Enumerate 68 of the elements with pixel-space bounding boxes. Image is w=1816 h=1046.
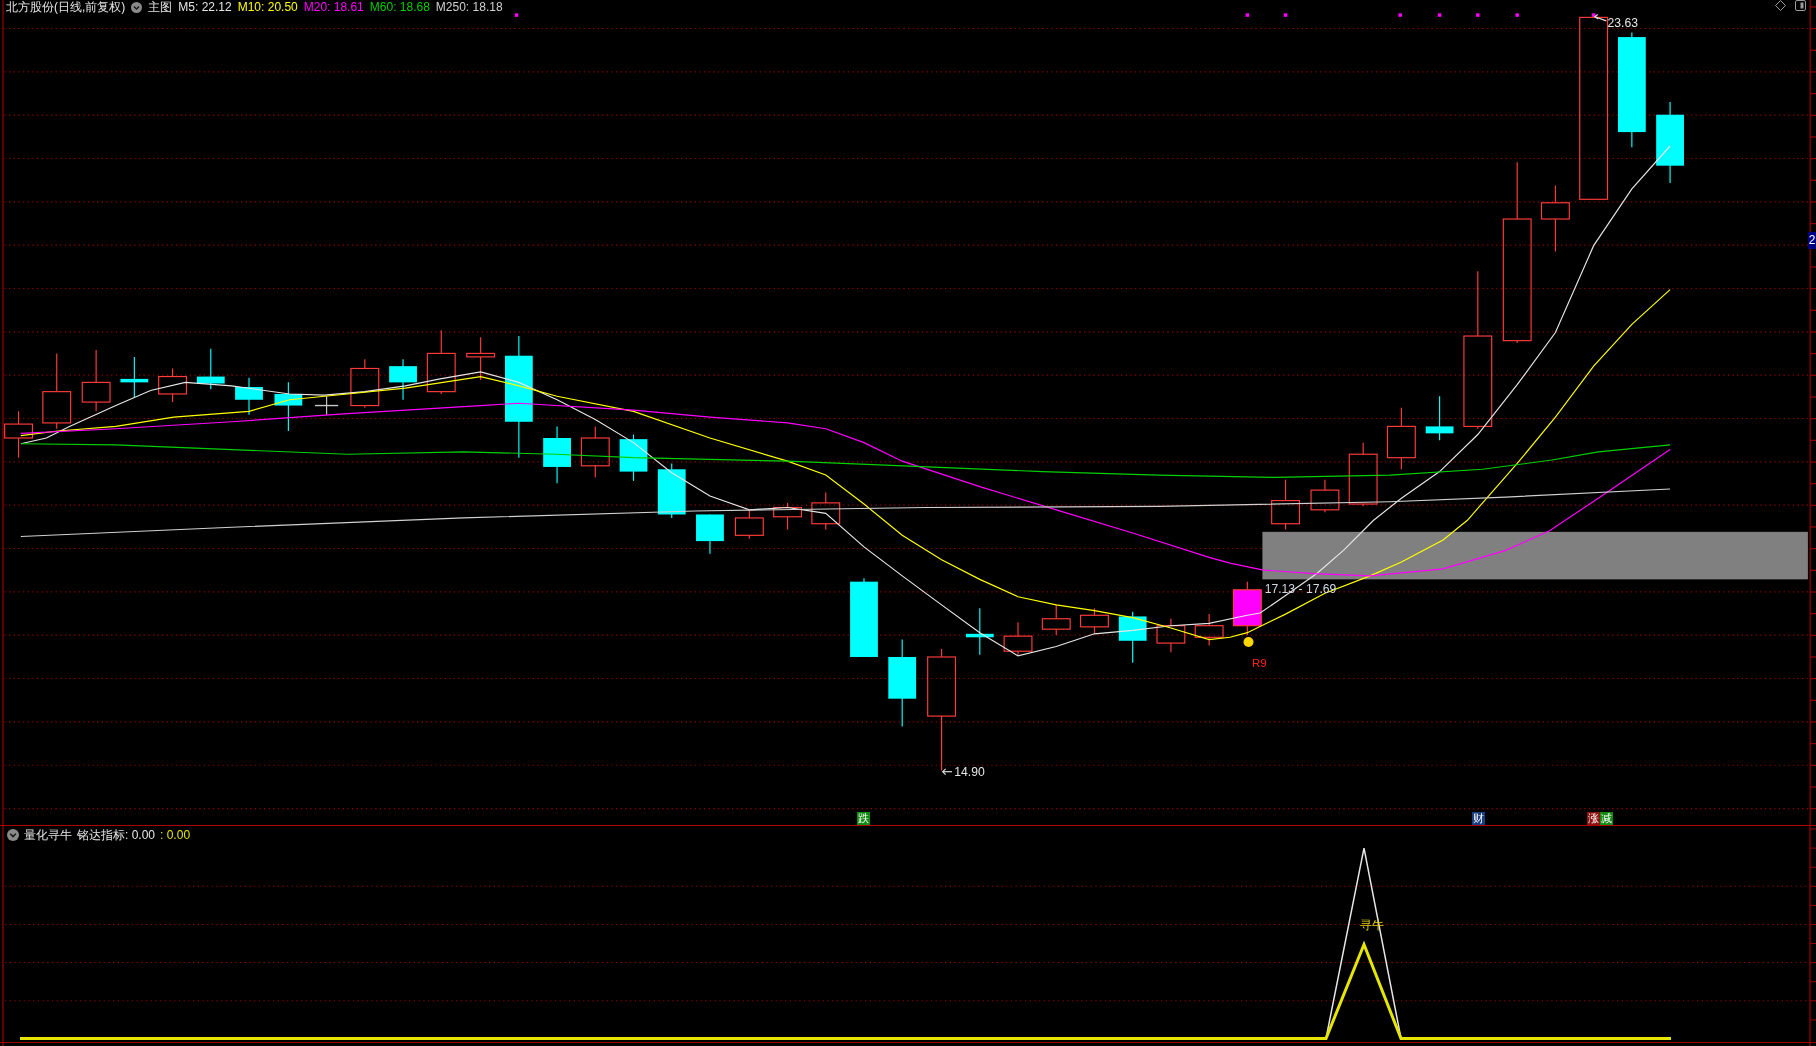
event-tag[interactable]: 财 xyxy=(1472,812,1485,825)
marker-icon xyxy=(1245,13,1250,17)
moving-average-value: M20: 18.61 xyxy=(303,0,364,14)
chart-title: 北方股份(日线,前复权) xyxy=(6,0,126,14)
marker-icon xyxy=(1476,13,1480,17)
down-candlestick xyxy=(1425,395,1454,441)
highlighted-candlestick xyxy=(1232,581,1262,636)
up-candlestick xyxy=(1271,479,1301,531)
up-candlestick xyxy=(1003,621,1033,656)
marker-icon xyxy=(1283,13,1288,17)
down-candlestick xyxy=(696,513,724,555)
event-tag[interactable]: 减 xyxy=(1600,812,1613,825)
chevron-down-icon[interactable] xyxy=(131,1,143,13)
down-candlestick xyxy=(619,433,648,482)
moving-average-value: M60: 18.68 xyxy=(369,0,430,14)
up-candlestick xyxy=(426,329,456,395)
up-candlestick xyxy=(580,425,610,478)
signal-dot-icon xyxy=(1243,636,1254,647)
event-tag[interactable]: 跌 xyxy=(857,812,870,825)
marker-icon xyxy=(1437,13,1442,17)
down-candlestick xyxy=(543,425,571,484)
up-candlestick xyxy=(350,358,380,409)
down-candlestick xyxy=(120,356,149,398)
up-candlestick xyxy=(1348,442,1378,507)
marker-icon xyxy=(514,13,519,17)
down-candlestick xyxy=(196,348,225,390)
signal-label: R9 xyxy=(1251,657,1267,670)
doji-candlestick xyxy=(314,395,339,416)
chevron-down-icon[interactable] xyxy=(7,829,19,841)
down-candlestick xyxy=(1118,611,1147,664)
indicator-title: 量化寻牛 xyxy=(24,828,72,842)
axis-price-tag: 2 xyxy=(1808,232,1816,249)
up-candlestick xyxy=(1041,604,1071,636)
down-candlestick xyxy=(389,358,417,401)
up-candlestick xyxy=(1194,613,1224,646)
moving-average-value: M5: 22.12 xyxy=(178,0,232,14)
indicator-value: : 0.00 xyxy=(160,828,191,842)
indicator-value: 铭达指标: 0.00 xyxy=(77,828,156,842)
arrow-icon xyxy=(1593,13,1607,22)
up-candlestick xyxy=(734,509,764,540)
chart-view-label[interactable]: 主图 xyxy=(148,0,173,14)
up-candlestick xyxy=(4,410,33,459)
up-candlestick xyxy=(158,367,188,403)
marker-icon xyxy=(1591,13,1596,17)
up-candlestick xyxy=(466,336,496,381)
marker-icon xyxy=(1515,13,1519,17)
up-candlestick xyxy=(773,502,803,531)
up-candlestick xyxy=(1310,479,1340,513)
down-candlestick xyxy=(657,462,686,519)
marker-icon xyxy=(1398,13,1402,17)
event-tag[interactable]: 涨 xyxy=(1587,812,1600,825)
moving-average-value: M250: 18.18 xyxy=(435,0,503,14)
low-price-label: 14.90 xyxy=(954,765,985,780)
down-candlestick xyxy=(274,381,303,432)
arrow-icon xyxy=(941,768,953,776)
up-candlestick xyxy=(1080,607,1109,635)
panel-icon[interactable] xyxy=(1795,0,1806,11)
diamond-icon[interactable] xyxy=(1775,0,1786,11)
up-candlestick xyxy=(1156,618,1186,653)
up-candlestick xyxy=(1386,407,1416,470)
up-candlestick xyxy=(811,491,841,531)
moving-average-value: M10: 20.50 xyxy=(237,0,298,14)
up-candlestick xyxy=(81,349,111,412)
down-candlestick xyxy=(235,377,263,416)
down-candlestick xyxy=(965,607,994,656)
up-candlestick xyxy=(1540,184,1570,252)
high-price-label: 23.63 xyxy=(1607,15,1638,30)
price-range-label: 17.13 - 17.69 xyxy=(1264,582,1337,597)
